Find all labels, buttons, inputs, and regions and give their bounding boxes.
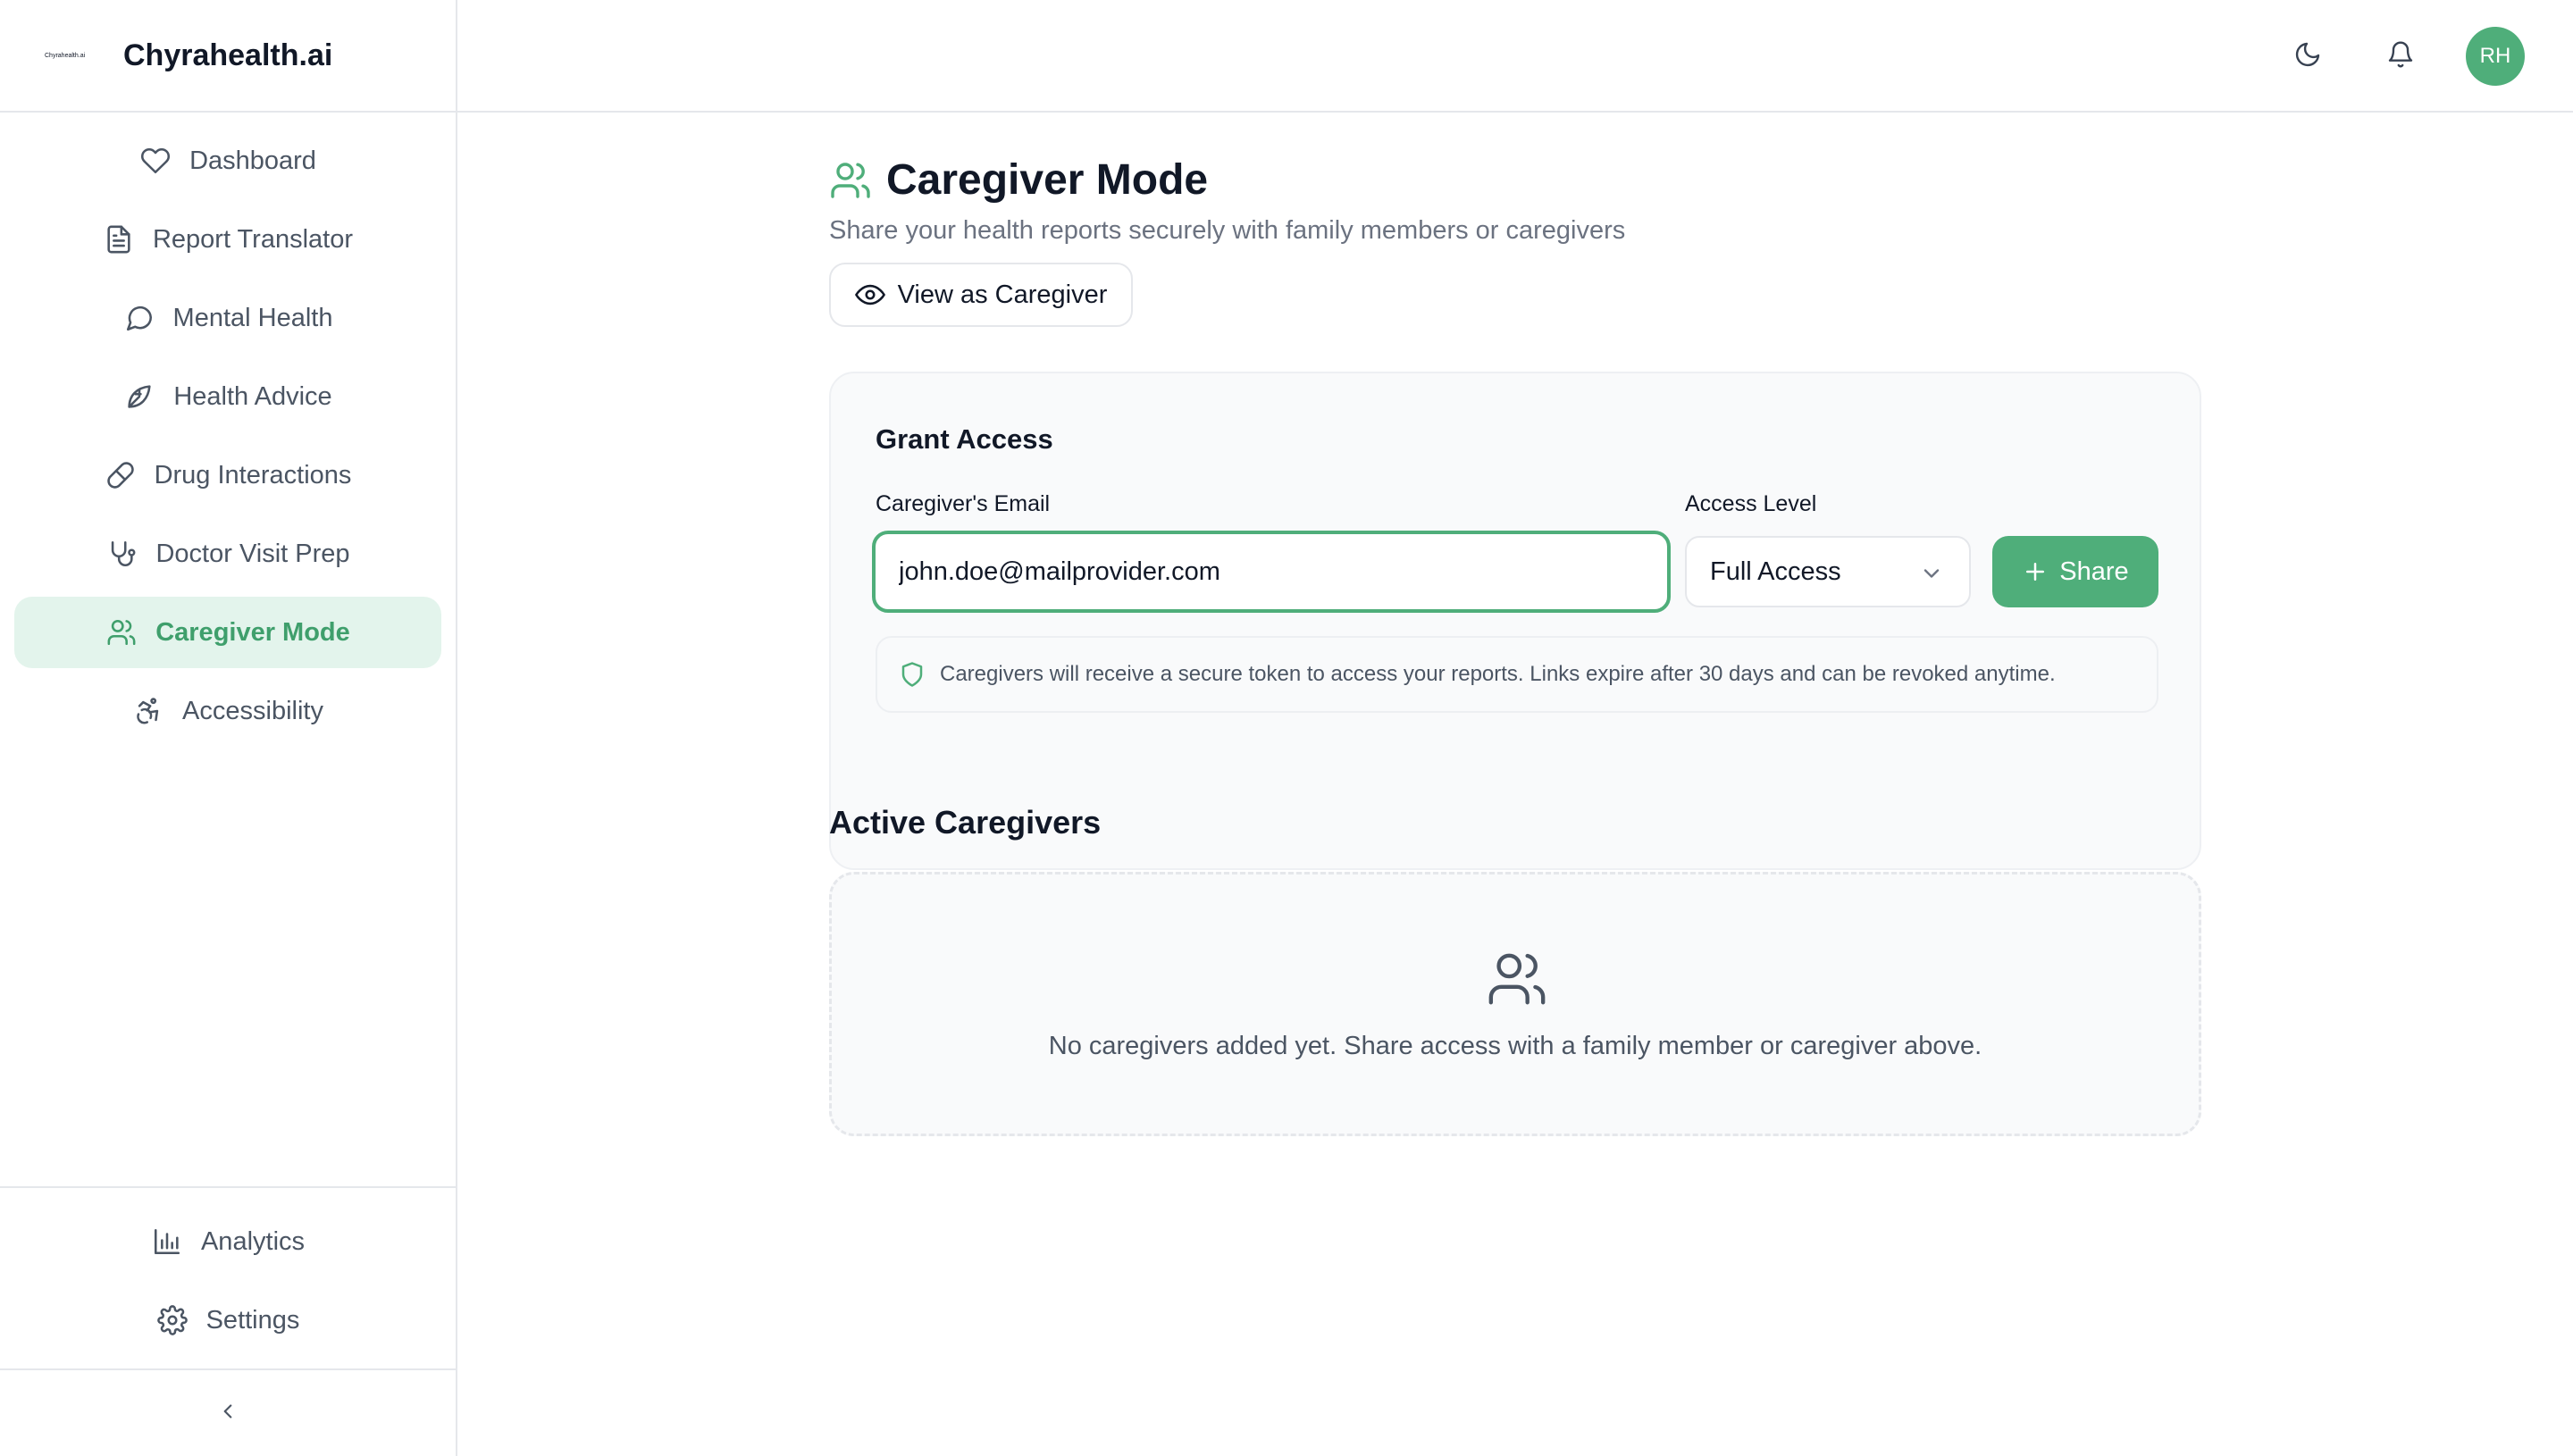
sidebar: Chyrahealth.ai Chyrahealth.ai Dashboard … bbox=[0, 0, 457, 1456]
sidebar-item-label: Caregiver Mode bbox=[155, 617, 350, 647]
caregiver-email-input[interactable] bbox=[872, 531, 1671, 613]
page-header: Caregiver Mode bbox=[829, 155, 1208, 205]
accessibility-icon bbox=[132, 695, 164, 727]
leaf-icon bbox=[123, 381, 155, 413]
sidebar-item-label: Health Advice bbox=[173, 381, 332, 411]
plus-icon bbox=[2022, 558, 2049, 585]
users-icon bbox=[829, 159, 872, 202]
security-info-text: Caregivers will receive a secure token t… bbox=[940, 662, 2056, 686]
sidebar-item-accessibility[interactable]: Accessibility bbox=[14, 675, 441, 747]
chevron-down-icon bbox=[1919, 561, 1944, 586]
chevron-left-icon bbox=[216, 1400, 239, 1427]
theme-toggle-button[interactable] bbox=[2287, 36, 2328, 77]
users-icon bbox=[1486, 948, 1548, 1010]
view-as-caregiver-label: View as Caregiver bbox=[897, 280, 1108, 309]
sidebar-item-label: Mental Health bbox=[172, 303, 333, 332]
sidebar-item-label: Dashboard bbox=[189, 146, 316, 175]
message-circle-icon bbox=[123, 302, 155, 334]
sidebar-item-mental-health[interactable]: Mental Health bbox=[14, 282, 441, 354]
sidebar-item-settings[interactable]: Settings bbox=[14, 1284, 441, 1356]
grant-access-title: Grant Access bbox=[876, 423, 1053, 455]
sidebar-item-report-translator[interactable]: Report Translator bbox=[14, 204, 441, 275]
moon-icon bbox=[2293, 40, 2322, 73]
sidebar-item-dashboard[interactable]: Dashboard bbox=[14, 125, 441, 197]
bell-icon bbox=[2386, 40, 2415, 73]
notifications-button[interactable] bbox=[2380, 36, 2421, 77]
page-subtitle: Share your health reports securely with … bbox=[829, 216, 1626, 245]
active-caregivers-title: Active Caregivers bbox=[829, 804, 1102, 841]
sidebar-bottom: Analytics Settings bbox=[0, 1186, 456, 1363]
access-level-label: Access Level bbox=[1685, 491, 1817, 516]
topbar: RH bbox=[457, 0, 2573, 113]
collapse-sidebar-button[interactable] bbox=[0, 1368, 456, 1456]
empty-caregivers-text: No caregivers added yet. Share access wi… bbox=[1048, 1032, 1982, 1060]
share-label: Share bbox=[2059, 556, 2129, 586]
page-title: Caregiver Mode bbox=[886, 156, 1209, 204]
sidebar-item-label: Analytics bbox=[200, 1226, 306, 1256]
sidebar-item-label: Drug Interactions bbox=[154, 460, 352, 490]
sidebar-item-health-advice[interactable]: Health Advice bbox=[14, 361, 441, 432]
brand-name: Chyrahealth.ai bbox=[123, 38, 333, 72]
users-icon bbox=[105, 616, 138, 649]
sidebar-item-label: Accessibility bbox=[182, 696, 323, 725]
shield-icon bbox=[899, 661, 926, 688]
view-as-caregiver-button[interactable]: View as Caregiver bbox=[829, 263, 1133, 327]
empty-caregivers-state: No caregivers added yet. Share access wi… bbox=[829, 872, 2201, 1136]
eye-icon bbox=[854, 280, 885, 310]
file-text-icon bbox=[103, 223, 135, 255]
sidebar-item-label: Doctor Visit Prep bbox=[155, 539, 350, 568]
bar-chart-icon bbox=[151, 1226, 183, 1258]
sidebar-nav: Dashboard Report Translator Mental Healt… bbox=[14, 125, 441, 754]
sidebar-item-analytics[interactable]: Analytics bbox=[14, 1206, 441, 1277]
access-level-select[interactable]: Full Access bbox=[1685, 536, 1971, 607]
sidebar-item-drug-interactions[interactable]: Drug Interactions bbox=[14, 439, 441, 511]
share-button[interactable]: Share bbox=[1992, 536, 2158, 607]
sidebar-item-doctor-visit-prep[interactable]: Doctor Visit Prep bbox=[14, 518, 441, 590]
brand[interactable]: Chyrahealth.ai Chyrahealth.ai bbox=[0, 0, 456, 113]
gear-icon bbox=[156, 1304, 189, 1336]
pill-icon bbox=[105, 459, 137, 491]
avatar[interactable]: RH bbox=[2466, 27, 2525, 86]
sidebar-item-label: Report Translator bbox=[152, 224, 354, 254]
access-level-value: Full Access bbox=[1710, 556, 1841, 586]
heart-icon bbox=[139, 145, 172, 177]
brand-logo: Chyrahealth.ai bbox=[45, 52, 86, 59]
security-info-note: Caregivers will receive a secure token t… bbox=[876, 636, 2158, 713]
sidebar-item-caregiver-mode[interactable]: Caregiver Mode bbox=[14, 597, 441, 668]
email-label: Caregiver's Email bbox=[876, 491, 1051, 516]
sidebar-item-label: Settings bbox=[205, 1305, 300, 1335]
grant-access-card: Grant Access Caregiver's Email Access Le… bbox=[829, 372, 2201, 870]
stethoscope-icon bbox=[105, 538, 138, 570]
